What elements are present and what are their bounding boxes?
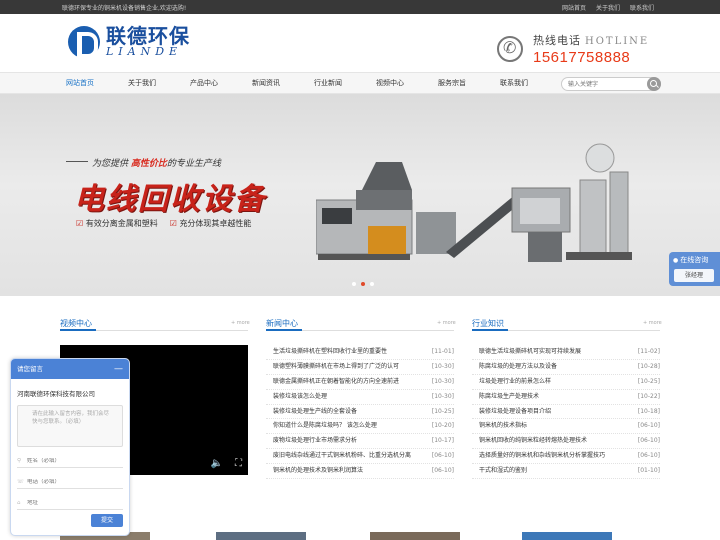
- banner-point: 充分体现其卓越性能: [170, 218, 251, 229]
- online-consult-widget[interactable]: 在线咨询 张经理: [669, 252, 720, 286]
- news-item[interactable]: 废物垃圾处理行业市场需求分析 [10-17]: [266, 434, 454, 450]
- name-field[interactable]: ⚲: [17, 454, 123, 468]
- hotline-en-label: HOTLINE: [585, 36, 650, 47]
- nav-item-video[interactable]: 视频中心: [368, 73, 412, 94]
- phone-small-icon: ☏: [17, 479, 24, 485]
- top-link-home[interactable]: 网站首页: [562, 3, 586, 12]
- divider: [60, 329, 248, 331]
- banner-dot[interactable]: [370, 282, 374, 286]
- industry-item[interactable]: 垃圾处理行业的前景怎么样 [10-25]: [472, 375, 660, 390]
- address-input[interactable]: [27, 500, 117, 506]
- banner-dot-active[interactable]: [361, 282, 365, 286]
- address-field[interactable]: ⌂: [17, 496, 123, 510]
- minimize-icon[interactable]: —: [114, 359, 123, 379]
- top-links: 网站首页 关于我们 联系我们: [562, 3, 654, 12]
- fullscreen-icon[interactable]: ⛶: [235, 458, 242, 469]
- banner-point: 有效分离金属和塑料: [76, 218, 158, 229]
- top-link-contact[interactable]: 联系我们: [630, 3, 654, 12]
- news-center-more-link[interactable]: + more: [437, 320, 456, 326]
- top-link-about[interactable]: 关于我们: [596, 3, 620, 12]
- header: 联德环保 LIANDE 热线电话 HOTLINE 15617758888: [0, 14, 720, 72]
- logo[interactable]: 联德环保 LIANDE: [68, 26, 190, 58]
- search-input[interactable]: [562, 78, 642, 90]
- logo-en-text: LIANDE: [106, 45, 183, 58]
- news-item[interactable]: 联德塑料薄膜撕碎机在市场上得到了广泛的认可 [10-30]: [266, 360, 454, 375]
- news-item[interactable]: 装修垃圾处理生产线的全套设备 [10-25]: [266, 405, 454, 420]
- industry-item[interactable]: 联德生活垃圾撕碎机可实现可持续发展 [11-02]: [472, 345, 660, 360]
- logo-cn-text: 联德环保: [106, 24, 190, 48]
- submit-button[interactable]: 提交: [91, 514, 123, 527]
- name-input[interactable]: [27, 458, 117, 464]
- nav-item-about[interactable]: 关于我们: [120, 73, 164, 94]
- hero-banner[interactable]: 为您提供 高性价比的专业生产线 电线回收设备 有效分离金属和塑料 充分体现其卓越…: [0, 94, 720, 296]
- message-widget-header: 请您留言 —: [11, 359, 129, 379]
- banner-pagination: [352, 282, 374, 286]
- news-item[interactable]: 生活垃圾撕碎机在塑料回收行业里的重要性 [11-01]: [266, 345, 454, 360]
- industry-item[interactable]: 装修垃圾处理设备项目介绍 [10-18]: [472, 405, 660, 420]
- nav-item-home[interactable]: 网站首页: [58, 73, 102, 94]
- top-bar: 联德环保专业的铜米机设备销售企业,欢迎选购! 网站首页 关于我们 联系我们: [0, 0, 720, 14]
- banner-points: 有效分离金属和塑料 充分体现其卓越性能: [76, 218, 252, 229]
- phone-icon: [497, 36, 523, 62]
- nav-item-contact[interactable]: 联系我们: [492, 73, 536, 94]
- video-center-title[interactable]: 视频中心: [60, 318, 92, 329]
- nav-item-industry-news[interactable]: 行业新闻: [306, 73, 350, 94]
- phone-input[interactable]: [27, 479, 117, 485]
- news-item[interactable]: 你知道什么是陈腐垃圾吗？ 该怎么处理 [10-20]: [266, 419, 454, 435]
- message-widget-title: 请您留言: [17, 365, 43, 373]
- logo-mark-icon: [68, 26, 100, 58]
- online-consult-label: 在线咨询: [673, 255, 708, 265]
- message-textarea[interactable]: 请在此输入留言内容，我们会尽快与您联系。（必填）: [17, 405, 123, 447]
- banner-dot[interactable]: [352, 282, 356, 286]
- news-item[interactable]: 废旧电线杂线通过干式铜米机粉碎、比重分选机分离 [06-10]: [266, 449, 454, 465]
- volume-icon[interactable]: 🔈: [211, 458, 223, 469]
- consult-agent-button[interactable]: 张经理: [674, 269, 714, 282]
- industry-item[interactable]: 陈腐垃圾生产处理技术 [10-22]: [472, 390, 660, 405]
- news-item[interactable]: 铜米机的处理技术及铜米利润算法 [06-10]: [266, 464, 454, 480]
- industry-item[interactable]: 干式和湿式的鉴别 [01-10]: [472, 464, 660, 480]
- product-thumbnail[interactable]: [216, 532, 306, 540]
- user-icon: ⚲: [17, 458, 22, 464]
- banner-subtitle: 为您提供 高性价比的专业生产线: [66, 156, 221, 169]
- product-thumbnail[interactable]: [522, 532, 612, 540]
- search-box: [561, 77, 661, 91]
- main-nav: 网站首页 关于我们 产品中心 新闻资讯 行业新闻 视频中心 服务宗旨 联系我们: [0, 72, 720, 94]
- divider: [472, 329, 660, 331]
- nav-item-products[interactable]: 产品中心: [182, 73, 226, 94]
- news-center-title[interactable]: 新闻中心: [266, 318, 298, 329]
- location-icon: ⌂: [17, 500, 21, 506]
- video-center-more-link[interactable]: + more: [231, 320, 250, 326]
- hotline-label: 热线电话: [533, 34, 581, 47]
- hotline-number: 15617758888: [533, 49, 631, 66]
- nav-item-news[interactable]: 新闻资讯: [244, 73, 288, 94]
- divider: [266, 329, 454, 331]
- banner-title: 电线回收设备: [74, 182, 266, 217]
- industry-item[interactable]: 铜米机的技术指标 [06-10]: [472, 419, 660, 435]
- product-thumbnail[interactable]: [370, 532, 460, 540]
- industry-more-link[interactable]: + more: [643, 320, 662, 326]
- machine-image: [316, 143, 632, 262]
- hotline: 热线电话 HOTLINE 15617758888: [497, 32, 649, 66]
- industry-item[interactable]: 选择质量好的铜米机和杂线铜米机分析掌握技巧 [06-10]: [472, 449, 660, 465]
- company-name: 河南联德环保科技有限公司: [17, 390, 95, 398]
- welcome-text: 联德环保专业的铜米机设备销售企业,欢迎选购!: [62, 5, 187, 12]
- message-widget: 请您留言 — 河南联德环保科技有限公司 请在此输入留言内容，我们会尽快与您联系。…: [10, 358, 130, 536]
- industry-title[interactable]: 行业知识: [472, 318, 504, 329]
- industry-item[interactable]: 陈腐垃圾的处理方法以及设备 [10-28]: [472, 360, 660, 375]
- news-center-list: 生活垃圾撕碎机在塑料回收行业里的重要性 [11-01] 联德塑料薄膜撕碎机在市场上…: [266, 345, 454, 480]
- news-item[interactable]: 装修垃圾该怎么处理 [10-30]: [266, 390, 454, 405]
- phone-field[interactable]: ☏: [17, 475, 123, 489]
- search-icon[interactable]: [647, 77, 661, 91]
- nav-item-service[interactable]: 服务宗旨: [430, 73, 474, 94]
- industry-item[interactable]: 铜米机回收的纯铜米粒经转熔热处理技术 [06-10]: [472, 434, 660, 450]
- news-item[interactable]: 联德金属撕碎机正在朝着智能化的方向全速前进 [10-30]: [266, 375, 454, 390]
- industry-list: 联德生活垃圾撕碎机可实现可持续发展 [11-02] 陈腐垃圾的处理方法以及设备 [1…: [472, 345, 660, 480]
